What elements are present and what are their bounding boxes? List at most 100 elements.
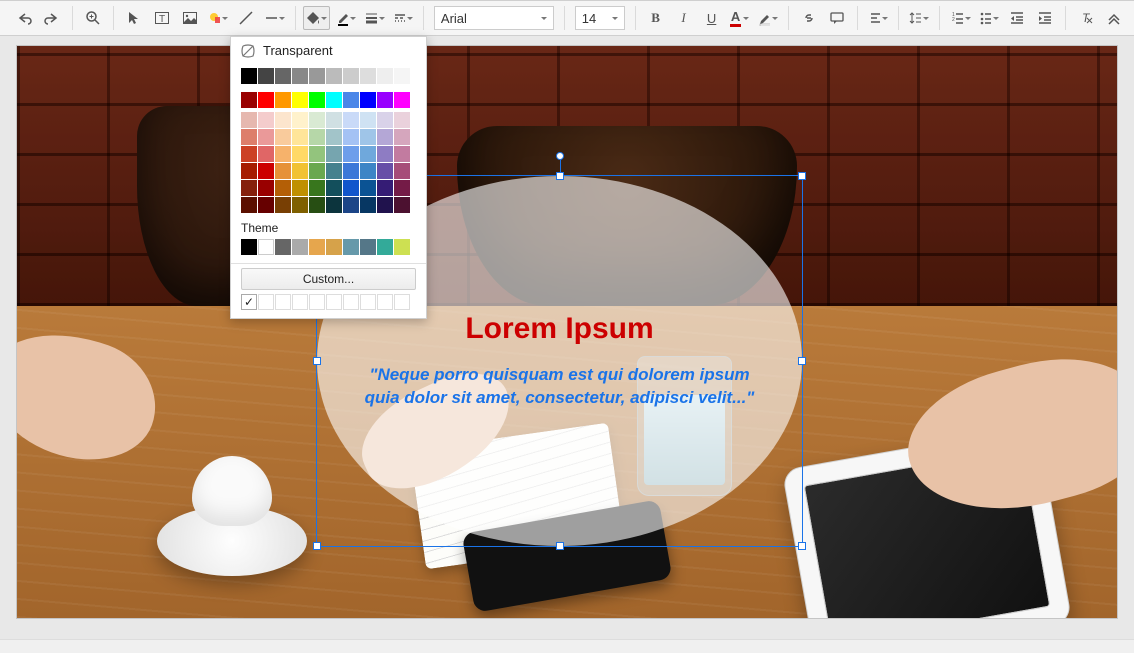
- fill-color-button[interactable]: [303, 6, 329, 30]
- color-swatch[interactable]: [292, 197, 308, 213]
- color-swatch[interactable]: [326, 239, 342, 255]
- rotate-handle[interactable]: [556, 152, 564, 160]
- color-swatch[interactable]: [360, 197, 376, 213]
- shape-quote-text[interactable]: "Neque porro quisquam est qui dolorem ip…: [357, 364, 762, 410]
- color-swatch[interactable]: [241, 68, 257, 84]
- color-swatch[interactable]: [292, 129, 308, 145]
- color-swatch[interactable]: [258, 239, 274, 255]
- color-swatch[interactable]: [309, 129, 325, 145]
- color-swatch[interactable]: [309, 197, 325, 213]
- custom-color-button[interactable]: Custom...: [241, 268, 416, 290]
- color-swatch[interactable]: [394, 163, 410, 179]
- color-swatch[interactable]: [292, 180, 308, 196]
- resize-handle-bm[interactable]: [556, 542, 564, 550]
- color-swatch[interactable]: [258, 92, 274, 108]
- custom-swatch-empty[interactable]: [394, 294, 410, 310]
- color-swatch[interactable]: [241, 146, 257, 162]
- color-swatch[interactable]: [343, 92, 359, 108]
- color-swatch[interactable]: [377, 163, 393, 179]
- color-swatch[interactable]: [275, 163, 291, 179]
- color-swatch[interactable]: [377, 92, 393, 108]
- line-weight-button[interactable]: [362, 6, 386, 30]
- color-swatch[interactable]: [326, 163, 342, 179]
- resize-handle-br[interactable]: [798, 542, 806, 550]
- color-swatch[interactable]: [360, 129, 376, 145]
- align-button[interactable]: [866, 6, 890, 30]
- slide[interactable]: Lorem Ipsum "Neque porro quisquam est qu…: [17, 46, 1117, 618]
- color-swatch[interactable]: [275, 197, 291, 213]
- transparent-option[interactable]: Transparent: [231, 37, 426, 64]
- color-swatch[interactable]: [258, 197, 274, 213]
- numbered-list-button[interactable]: 12: [948, 6, 972, 30]
- color-swatch[interactable]: [309, 239, 325, 255]
- custom-swatch-empty[interactable]: [292, 294, 308, 310]
- color-swatch[interactable]: [275, 68, 291, 84]
- color-swatch[interactable]: [394, 180, 410, 196]
- custom-swatch-empty[interactable]: [275, 294, 291, 310]
- decrease-indent-button[interactable]: [1005, 6, 1029, 30]
- color-swatch[interactable]: [241, 180, 257, 196]
- color-swatch[interactable]: [360, 180, 376, 196]
- color-swatch[interactable]: [258, 112, 274, 128]
- color-swatch[interactable]: [326, 146, 342, 162]
- color-swatch[interactable]: [394, 92, 410, 108]
- color-swatch[interactable]: [309, 112, 325, 128]
- color-swatch[interactable]: [292, 92, 308, 108]
- insert-comment-button[interactable]: [825, 6, 849, 30]
- custom-swatch-empty[interactable]: [258, 294, 274, 310]
- color-swatch[interactable]: [377, 180, 393, 196]
- resize-handle-ml[interactable]: [313, 357, 321, 365]
- resize-handle-tr[interactable]: [798, 172, 806, 180]
- font-size-select[interactable]: 14: [575, 6, 625, 30]
- color-swatch[interactable]: [309, 146, 325, 162]
- clear-formatting-button[interactable]: T: [1074, 6, 1098, 30]
- color-swatch[interactable]: [275, 92, 291, 108]
- color-swatch[interactable]: [292, 112, 308, 128]
- current-custom-swatch[interactable]: ✓: [241, 294, 257, 310]
- color-swatch[interactable]: [326, 180, 342, 196]
- color-swatch[interactable]: [258, 146, 274, 162]
- color-swatch[interactable]: [275, 180, 291, 196]
- color-swatch[interactable]: [241, 163, 257, 179]
- italic-button[interactable]: I: [672, 6, 696, 30]
- color-swatch[interactable]: [360, 146, 376, 162]
- line-tool[interactable]: [234, 6, 258, 30]
- more-tools-button[interactable]: [1102, 6, 1126, 30]
- color-swatch[interactable]: [326, 129, 342, 145]
- color-swatch[interactable]: [343, 239, 359, 255]
- redo-button[interactable]: [40, 6, 64, 30]
- color-swatch[interactable]: [241, 112, 257, 128]
- color-swatch[interactable]: [326, 92, 342, 108]
- underline-button[interactable]: U: [700, 6, 724, 30]
- bulleted-list-button[interactable]: [977, 6, 1001, 30]
- shape-tool[interactable]: [206, 6, 230, 30]
- color-swatch[interactable]: [292, 163, 308, 179]
- color-swatch[interactable]: [258, 163, 274, 179]
- color-swatch[interactable]: [292, 146, 308, 162]
- color-swatch[interactable]: [258, 129, 274, 145]
- image-tool[interactable]: [178, 6, 202, 30]
- insert-link-button[interactable]: [797, 6, 821, 30]
- color-swatch[interactable]: [377, 146, 393, 162]
- color-swatch[interactable]: [241, 129, 257, 145]
- color-swatch[interactable]: [394, 239, 410, 255]
- custom-swatch-empty[interactable]: [377, 294, 393, 310]
- shape-title-text[interactable]: Lorem Ipsum: [465, 312, 653, 346]
- color-swatch[interactable]: [360, 92, 376, 108]
- color-swatch[interactable]: [309, 68, 325, 84]
- color-swatch[interactable]: [394, 197, 410, 213]
- color-swatch[interactable]: [275, 146, 291, 162]
- color-swatch[interactable]: [292, 68, 308, 84]
- color-swatch[interactable]: [343, 197, 359, 213]
- custom-swatch-empty[interactable]: [309, 294, 325, 310]
- select-tool[interactable]: [122, 6, 146, 30]
- line-spacing-button[interactable]: [907, 6, 931, 30]
- color-swatch[interactable]: [343, 180, 359, 196]
- text-color-button[interactable]: A: [728, 6, 752, 30]
- color-swatch[interactable]: [326, 197, 342, 213]
- color-swatch[interactable]: [394, 68, 410, 84]
- color-swatch[interactable]: [360, 112, 376, 128]
- color-swatch[interactable]: [394, 146, 410, 162]
- color-swatch[interactable]: [275, 129, 291, 145]
- color-swatch[interactable]: [309, 180, 325, 196]
